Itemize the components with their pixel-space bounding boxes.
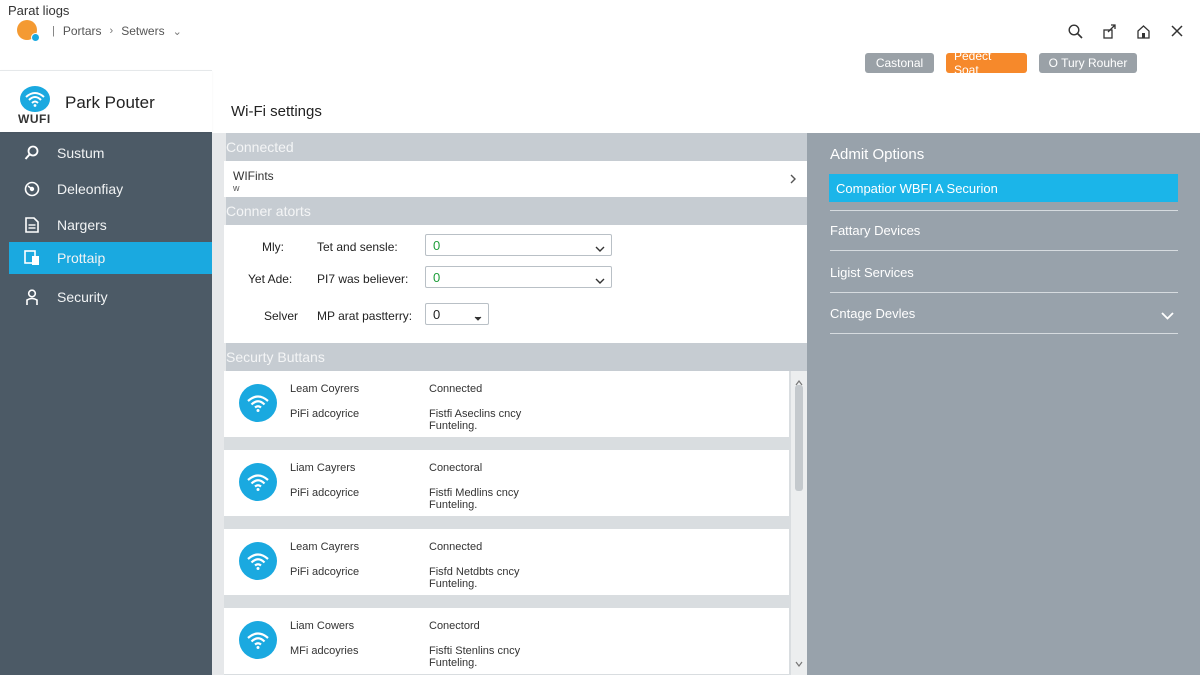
list-scrollbar[interactable] bbox=[791, 371, 807, 675]
chevron-right-icon[interactable] bbox=[789, 172, 797, 190]
sidebar-item-prottaip[interactable]: Prottaip bbox=[9, 242, 219, 274]
sidebar-item-label: Sustum bbox=[57, 145, 105, 161]
card-detail: Fisfti Stenlins cncy Funteling. bbox=[429, 645, 521, 669]
section-header-securty-buttans: Securty Buttans bbox=[226, 343, 807, 371]
connection-fields: Mly: Tet and sensle: 0 Yet Ade: PI7 was … bbox=[224, 225, 807, 343]
admin-options-panel: Admit Options Compatior WBFI A Securion … bbox=[807, 133, 1200, 675]
card-detail: Fisfd Netdbts cncy Funteling. bbox=[429, 566, 520, 590]
wifi-icon bbox=[239, 463, 277, 501]
sidebar-item-label: Prottaip bbox=[57, 250, 106, 266]
castonal-button[interactable]: Castonal bbox=[865, 53, 934, 73]
user-icon bbox=[23, 288, 41, 306]
wifi-icon bbox=[239, 542, 277, 580]
field-sublabel: Tet and sensle: bbox=[317, 240, 398, 254]
share-icon[interactable] bbox=[1100, 22, 1118, 40]
list-item[interactable]: Liam Cayrers PiFi adcoyrice Conectoral F… bbox=[224, 450, 789, 516]
search-icon[interactable] bbox=[1066, 22, 1084, 40]
breadcrumb: | Portars › Setwers ⌄ bbox=[52, 24, 182, 38]
wifi-settings-panel: Connected WIFints w Conner atorts Mly: T… bbox=[212, 133, 807, 675]
window-title: Parat liogs bbox=[8, 3, 70, 18]
card-status: Connected bbox=[429, 383, 483, 395]
sidebar-item-deleonfiay[interactable]: Deleonfiay bbox=[9, 173, 212, 205]
card-subtitle: PiFi adcoyrice bbox=[290, 566, 360, 578]
logo-label: WUFI bbox=[18, 112, 51, 126]
list-item[interactable]: Liam Cowers MFi adcoyries Conectord Fisf… bbox=[224, 608, 789, 674]
admin-item-devices[interactable]: Fattary Devices bbox=[830, 211, 1178, 251]
chevron-down-icon bbox=[595, 241, 605, 256]
field-label: Mly: bbox=[262, 240, 284, 254]
section-header-connected: Connected bbox=[226, 133, 807, 161]
card-title: Liam Cayrers bbox=[290, 462, 356, 474]
sidebar: WUFI Park Pouter Sustum Deleonfiay Narge… bbox=[0, 70, 219, 675]
card-detail: Fistfi Aseclins cncy Funteling. bbox=[429, 408, 522, 432]
breadcrumb-item-portars[interactable]: Portars bbox=[63, 24, 102, 38]
field-label: Selver bbox=[264, 309, 299, 323]
search-icon bbox=[23, 144, 41, 162]
wifi-icon bbox=[239, 384, 277, 422]
document-icon bbox=[23, 216, 41, 234]
pedect-soat-button[interactable]: Pedect Soat bbox=[946, 49, 1027, 77]
wifi-icon bbox=[20, 86, 50, 112]
card-title: Leam Coyrers bbox=[290, 383, 360, 395]
card-title: Leam Cayrers bbox=[290, 541, 360, 553]
scroll-down-icon[interactable] bbox=[795, 654, 803, 672]
admin-item-services[interactable]: Ligist Services bbox=[830, 253, 1178, 293]
breadcrumb-item-setwers[interactable]: Setwers bbox=[121, 24, 164, 38]
field-sublabel: PI7 was believer: bbox=[317, 272, 409, 286]
device-list: Leam Coyrers PiFi adcoyrice Connected Fi… bbox=[224, 371, 802, 675]
tury-rouher-button[interactable]: O Tury Rouher bbox=[1039, 53, 1137, 73]
card-subtitle: PiFi adcoyrice bbox=[290, 487, 360, 499]
connected-network-row[interactable]: WIFints w bbox=[224, 161, 807, 197]
sidebar-item-nargers[interactable]: Nargers bbox=[9, 209, 212, 241]
card-title: Liam Cowers bbox=[290, 620, 355, 632]
chevron-down-icon bbox=[474, 310, 482, 325]
wifi-icon bbox=[239, 621, 277, 659]
chevron-down-icon[interactable] bbox=[1161, 308, 1174, 323]
admin-item-cntage[interactable]: Cntage Devles bbox=[830, 294, 1178, 334]
router-name: Park Pouter bbox=[65, 93, 155, 112]
list-item[interactable]: Leam Coyrers PiFi adcoyrice Connected Fi… bbox=[224, 371, 789, 437]
home-icon[interactable] bbox=[1134, 22, 1152, 40]
dashboard-icon bbox=[23, 180, 41, 198]
section-header-conner-atorts: Conner atorts bbox=[226, 197, 807, 225]
chevron-down-icon bbox=[595, 273, 605, 288]
scroll-thumb[interactable] bbox=[795, 385, 803, 491]
field-select-3[interactable]: 0 bbox=[425, 303, 489, 325]
sidebar-item-sustum[interactable]: Sustum bbox=[9, 137, 212, 169]
sidebar-header: WUFI Park Pouter bbox=[0, 70, 212, 132]
page-title: Wi-Fi settings bbox=[231, 103, 322, 120]
card-status: Connected bbox=[429, 541, 483, 553]
card-subtitle: MFi adcoyries bbox=[290, 645, 359, 657]
field-label: Yet Ade: bbox=[248, 272, 293, 286]
close-icon[interactable] bbox=[1168, 22, 1186, 40]
admin-title: Admit Options bbox=[830, 146, 925, 163]
field-sublabel: MP arat pastterry: bbox=[317, 309, 413, 323]
sidebar-item-security[interactable]: Security bbox=[9, 281, 212, 313]
network-name: WIFints bbox=[233, 169, 274, 183]
device-icon bbox=[23, 249, 41, 267]
admin-item-security[interactable]: Compatior WBFI A Securion bbox=[829, 174, 1178, 202]
sidebar-item-label: Security bbox=[57, 289, 108, 305]
field-select-2[interactable]: 0 bbox=[425, 266, 612, 288]
card-subtitle: PiFi adcoyrice bbox=[290, 408, 360, 420]
card-status: Conectord bbox=[429, 620, 480, 632]
field-select-1[interactable]: 0 bbox=[425, 234, 612, 256]
list-item[interactable]: Leam Cayrers PiFi adcoyrice Connected Fi… bbox=[224, 529, 789, 595]
app-logo-icon bbox=[17, 20, 40, 42]
chevron-down-icon[interactable]: ⌄ bbox=[173, 25, 182, 38]
card-detail: Fistfi Medlins cncy Funteling. bbox=[429, 487, 519, 511]
sidebar-item-label: Deleonfiay bbox=[57, 181, 124, 197]
sidebar-item-label: Nargers bbox=[57, 217, 107, 233]
chevron-right-icon: › bbox=[109, 25, 114, 37]
network-sub: w bbox=[233, 183, 240, 193]
card-status: Conectoral bbox=[429, 462, 483, 474]
